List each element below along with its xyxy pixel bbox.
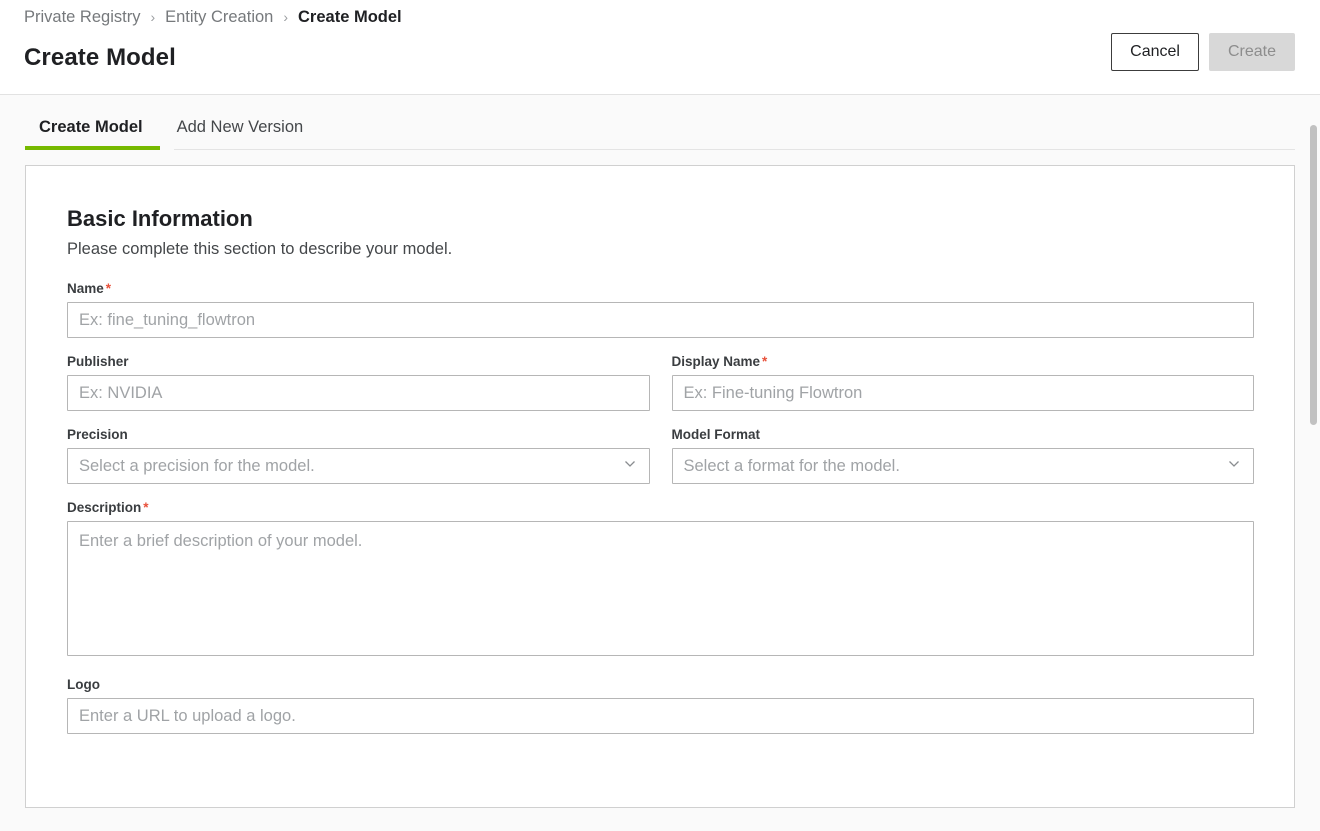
tab-bar: Create Model Add New Version: [0, 95, 1320, 150]
display-name-label-text: Display Name: [672, 354, 761, 369]
precision-select[interactable]: [67, 448, 650, 484]
description-label-text: Description: [67, 500, 141, 515]
model-format-select[interactable]: [672, 448, 1255, 484]
precision-select-wrapper: [67, 448, 650, 484]
description-textarea[interactable]: [67, 521, 1254, 656]
tab-label: Create Model: [39, 118, 143, 136]
page-header: Private Registry › Entity Creation › Cre…: [0, 0, 1320, 95]
cancel-button[interactable]: Cancel: [1111, 33, 1199, 71]
model-format-select-wrapper: [672, 448, 1255, 484]
page-body: Basic Information Please complete this s…: [0, 150, 1320, 831]
create-button[interactable]: Create: [1209, 33, 1295, 71]
model-format-label: Model Format: [672, 427, 1255, 442]
name-label: Name*: [67, 281, 1254, 296]
field-precision: Precision: [67, 427, 650, 484]
basic-information-card: Basic Information Please complete this s…: [25, 165, 1295, 808]
breadcrumb-item-entity-creation[interactable]: Entity Creation: [165, 7, 273, 27]
required-asterisk: *: [143, 500, 148, 515]
field-display-name: Display Name*: [672, 354, 1255, 411]
tab-label: Add New Version: [177, 118, 304, 136]
precision-model-format-row: Precision Model Format: [67, 427, 1254, 500]
name-label-text: Name: [67, 281, 104, 296]
breadcrumb-separator-icon: ›: [150, 7, 155, 27]
breadcrumb-item-private-registry[interactable]: Private Registry: [24, 7, 140, 27]
section-subtitle: Please complete this section to describe…: [67, 240, 1254, 259]
section-title: Basic Information: [67, 206, 1254, 232]
tab-add-new-version[interactable]: Add New Version: [160, 118, 321, 150]
breadcrumb-separator-icon: ›: [283, 7, 288, 27]
page-scrollbar-thumb[interactable]: [1310, 125, 1317, 425]
tab-create-model[interactable]: Create Model: [25, 118, 160, 150]
publisher-label: Publisher: [67, 354, 650, 369]
description-label: Description*: [67, 500, 1254, 515]
field-name: Name*: [67, 281, 1254, 338]
required-asterisk: *: [106, 281, 111, 296]
logo-label: Logo: [67, 677, 1254, 692]
required-asterisk: *: [762, 354, 767, 369]
breadcrumb: Private Registry › Entity Creation › Cre…: [24, 0, 1296, 27]
name-input[interactable]: [67, 302, 1254, 338]
page-scrollbar[interactable]: [1305, 96, 1320, 831]
display-name-label: Display Name*: [672, 354, 1255, 369]
precision-label: Precision: [67, 427, 650, 442]
display-name-input[interactable]: [672, 375, 1255, 411]
field-publisher: Publisher: [67, 354, 650, 411]
field-logo: Logo: [67, 677, 1254, 734]
page-title: Create Model: [24, 44, 1296, 72]
field-description: Description*: [67, 500, 1254, 661]
publisher-display-name-row: Publisher Display Name*: [67, 354, 1254, 427]
publisher-input[interactable]: [67, 375, 650, 411]
breadcrumb-item-create-model: Create Model: [298, 7, 402, 27]
logo-input[interactable]: [67, 698, 1254, 734]
field-model-format: Model Format: [672, 427, 1255, 484]
tab-bar-divider: [174, 149, 1295, 150]
header-actions: Cancel Create: [1111, 33, 1295, 71]
